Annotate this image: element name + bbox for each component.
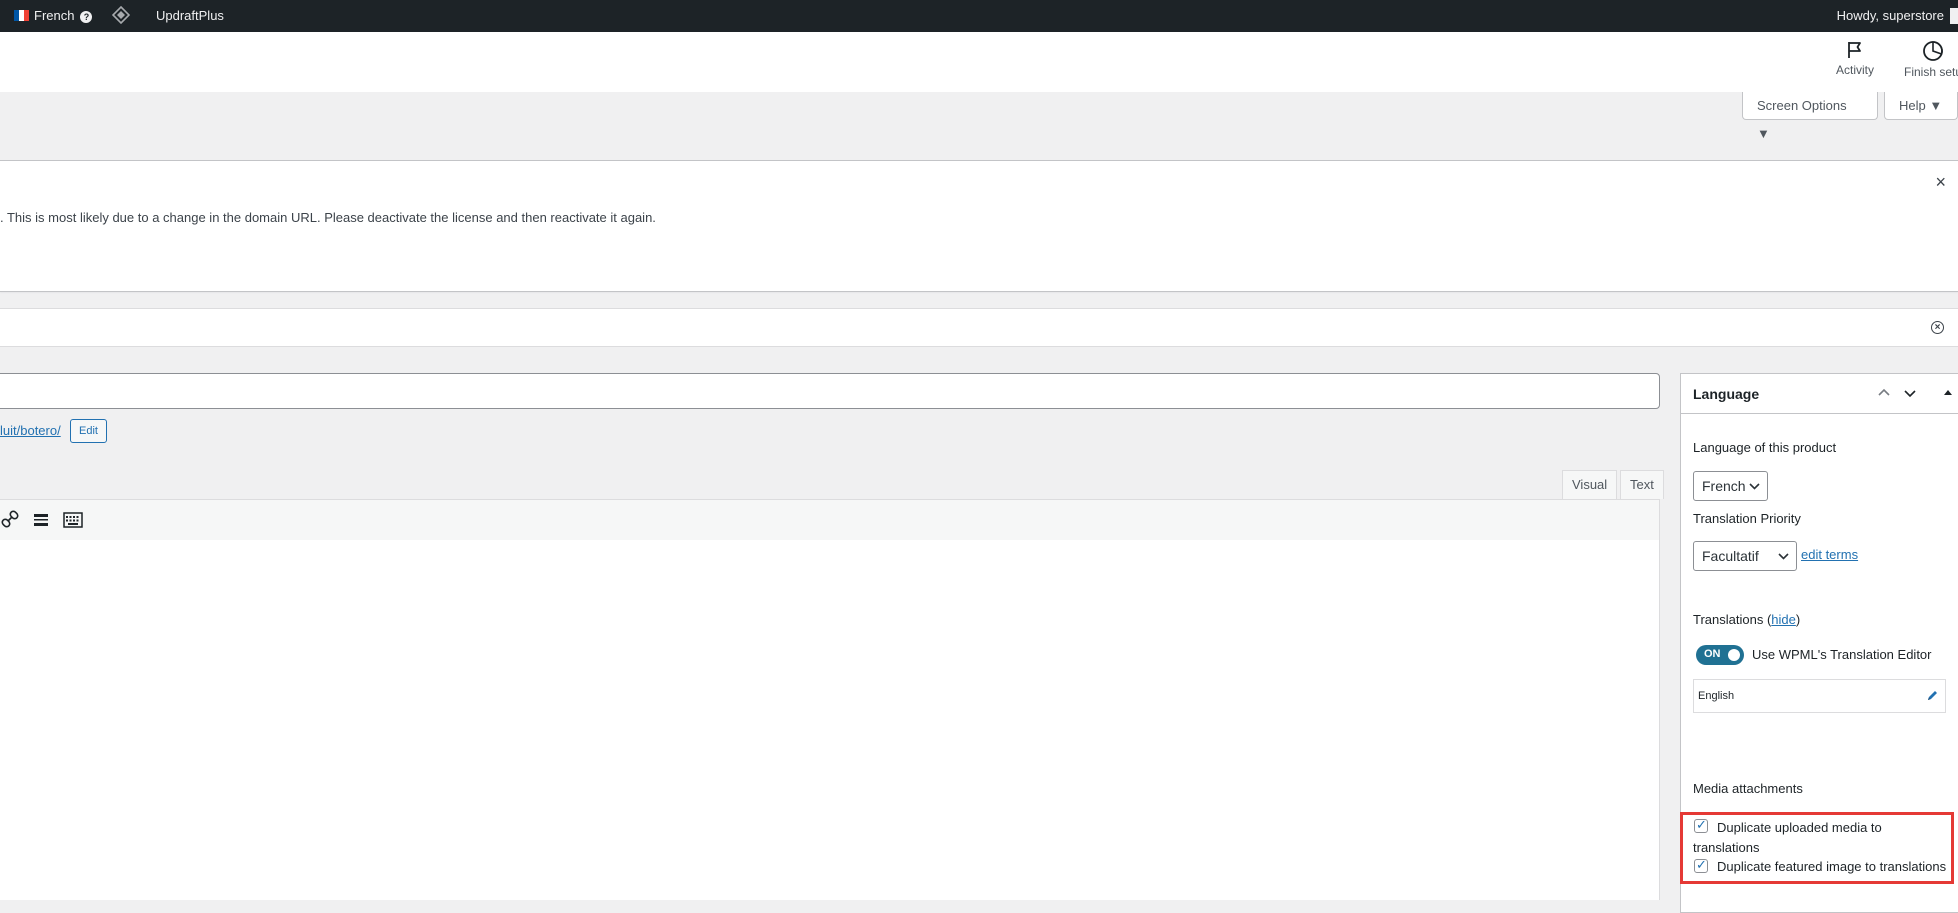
language-of-product-label: Language of this product <box>1693 440 1837 455</box>
edit-slug-button[interactable]: Edit <box>70 419 107 443</box>
french-flag-icon <box>14 10 29 21</box>
updraftplus-menu[interactable]: UpdraftPlus <box>156 0 224 32</box>
finish-setup-button[interactable]: Finish setu <box>1893 40 1958 79</box>
link-icon[interactable] <box>1 510 19 531</box>
dismissible-bar: × <box>0 308 1958 347</box>
language-switcher[interactable]: French? <box>14 0 93 32</box>
screen-options-button[interactable]: Screen Options ▼ <box>1742 92 1878 141</box>
pencil-icon[interactable] <box>1926 689 1939 705</box>
help-icon[interactable]: ? <box>80 11 93 23</box>
use-wpml-editor-label: Use WPML's Translation Editor <box>1752 647 1932 662</box>
wc-header <box>0 32 1958 92</box>
chevron-down-icon <box>1778 542 1789 582</box>
priority-select-value: Facultatif <box>1702 548 1759 564</box>
collapse-toggle-icon[interactable] <box>1943 386 1953 400</box>
read-more-icon[interactable] <box>33 512 49 531</box>
tab-text[interactable]: Text <box>1620 470 1664 499</box>
metabox-title: Language <box>1693 386 1760 402</box>
permalink-link[interactable]: luit/botero/ <box>0 423 61 438</box>
notice-message: . This is most likely due to a change in… <box>0 210 656 225</box>
avatar[interactable] <box>1950 8 1958 24</box>
hide-link[interactable]: hide <box>1771 612 1796 627</box>
activity-label: Activity <box>1835 63 1874 77</box>
flag-icon <box>1848 42 1861 58</box>
language-label: French <box>34 8 75 23</box>
translation-editor-toggle[interactable]: ON <box>1696 645 1744 665</box>
activity-button[interactable]: Activity <box>1815 40 1895 77</box>
translation-priority-label: Translation Priority <box>1693 511 1801 526</box>
product-title-input[interactable] <box>0 373 1660 409</box>
move-up-icon[interactable] <box>1877 386 1891 403</box>
translations-label-text: Translations ( <box>1693 612 1772 627</box>
help-button[interactable]: Help ▼ <box>1884 92 1958 120</box>
admin-bar: French? UpdraftPlus Howdy, superstore <box>0 0 1958 32</box>
language-select-value: French <box>1702 478 1746 494</box>
translation-language-label: English <box>1698 690 1735 702</box>
finish-setup-label: Finish setu <box>1903 65 1958 79</box>
translation-priority-select[interactable]: Facultatif <box>1693 541 1797 571</box>
media-attachments-label: Media attachments <box>1693 781 1803 796</box>
highlight-box <box>1680 812 1954 884</box>
translation-row-english: English <box>1693 679 1946 713</box>
metabox-header: Language <box>1681 374 1958 414</box>
language-select[interactable]: French <box>1693 471 1768 501</box>
dismiss-circle-icon[interactable]: × <box>1931 321 1944 334</box>
toggle-knob <box>1728 649 1740 661</box>
translations-label: Translations (hide) <box>1693 612 1800 627</box>
toggle-state-label: ON <box>1704 648 1721 660</box>
wpml-logo-icon[interactable] <box>111 0 131 32</box>
editor-toolbar <box>0 499 1660 541</box>
howdy-user-menu[interactable]: Howdy, superstore <box>1837 0 1944 32</box>
tab-visual[interactable]: Visual <box>1562 470 1618 499</box>
editor-content-area[interactable] <box>0 540 1660 900</box>
progress-circle-icon <box>1923 41 1943 61</box>
license-notice: . This is most likely due to a change in… <box>0 160 1958 292</box>
edit-terms-link[interactable]: edit terms <box>1801 547 1858 562</box>
translations-label-close: ) <box>1795 612 1801 627</box>
keyboard-icon[interactable] <box>63 512 83 531</box>
move-down-icon[interactable] <box>1903 386 1917 403</box>
chevron-down-icon <box>1749 472 1760 512</box>
close-icon[interactable]: × <box>1935 173 1946 191</box>
